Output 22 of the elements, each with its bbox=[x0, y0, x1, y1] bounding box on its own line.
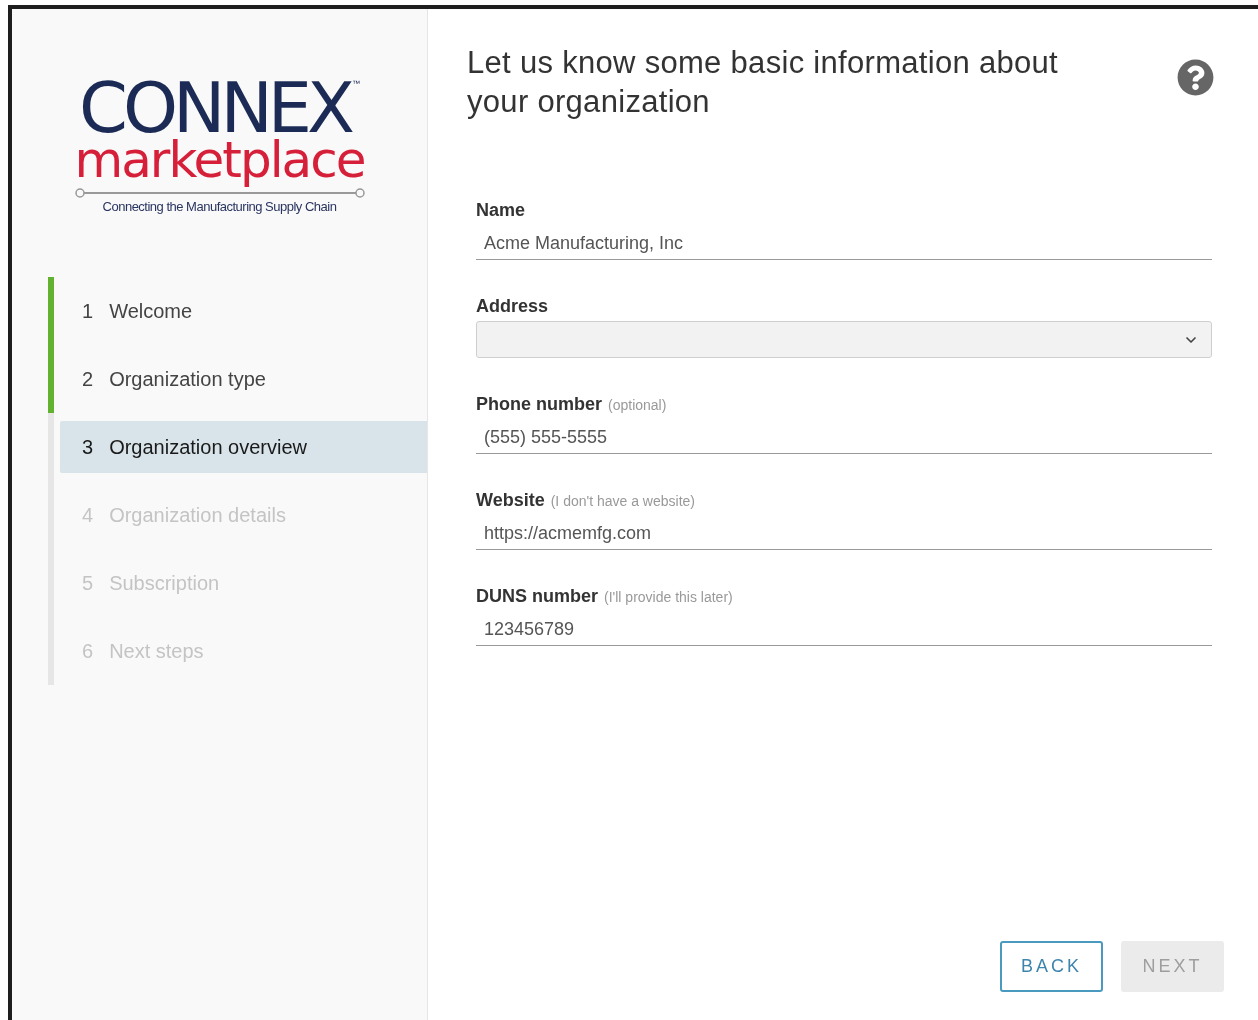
text-field[interactable]: Acme Manufacturing, Inc bbox=[476, 227, 1212, 260]
help-icon[interactable] bbox=[1177, 59, 1214, 96]
field-label: Name bbox=[476, 199, 526, 222]
field-label: Address bbox=[476, 295, 549, 318]
logo-tagline: Connecting the Manufacturing Supply Chain bbox=[102, 199, 337, 215]
step-item[interactable]: 3 Organization overview bbox=[60, 421, 427, 473]
trademark-sign: ™ bbox=[351, 79, 360, 90]
connector-line-icon bbox=[74, 187, 365, 199]
step-item[interactable]: 2 Organization type bbox=[60, 353, 427, 405]
step-item[interactable]: 1 Welcome bbox=[60, 285, 427, 337]
field-label: Phone number bbox=[476, 393, 602, 416]
field-note: (optional) bbox=[608, 396, 667, 415]
page-heading: Let us know some basic information about your organization bbox=[467, 44, 1059, 121]
field-note: (I'll provide this later) bbox=[604, 588, 733, 607]
field-label: Website bbox=[476, 489, 545, 512]
field-note: (I don't have a website) bbox=[550, 492, 695, 511]
text-field[interactable]: 123456789 bbox=[476, 613, 1212, 646]
text-field[interactable]: (555) 555-5555 bbox=[476, 421, 1212, 454]
back-button[interactable]: BACK bbox=[1000, 941, 1103, 992]
logo-subtitle: marketplace bbox=[74, 135, 365, 185]
field-label: DUNS number bbox=[476, 585, 598, 608]
text-field[interactable]: https://acmemfg.com bbox=[476, 517, 1212, 550]
